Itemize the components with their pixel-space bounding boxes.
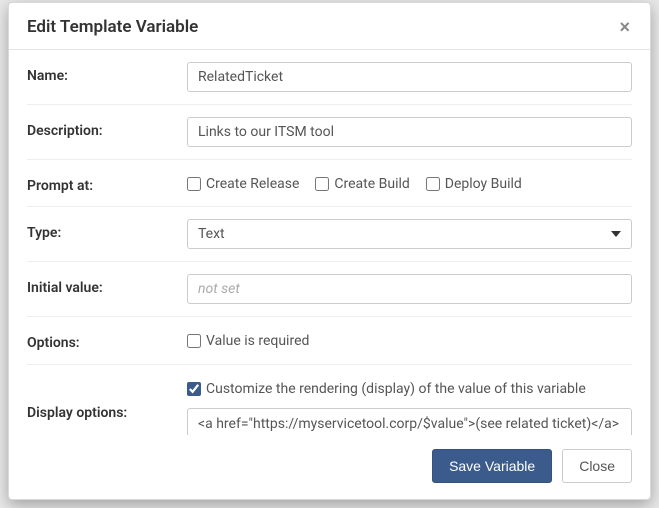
prompt-create-build[interactable]: Create Build [315,176,409,192]
row-type: Type: Text [27,207,632,262]
save-variable-button[interactable]: Save Variable [432,449,552,483]
value-required-checkbox[interactable] [187,334,201,348]
description-field[interactable] [187,117,632,147]
prompt-create-build-checkbox[interactable] [315,177,329,191]
prompt-deploy-build-label: Deploy Build [445,176,522,192]
modal-header: Edit Template Variable × [9,3,650,50]
modal-title: Edit Template Variable [27,17,198,37]
label-name: Name: [27,62,187,84]
display-template-field[interactable]: <a href="https://myservicetool.corp/$val… [187,408,632,435]
label-initial-value: Initial value: [27,274,187,296]
customize-rendering-label: Customize the rendering (display) of the… [206,381,586,397]
label-display-options: Display options: [27,377,187,421]
row-options: Options: Value is required [27,317,632,365]
modal-body: Name: Description: Prompt at: Create Rel… [9,50,650,435]
prompt-deploy-build-checkbox[interactable] [426,177,440,191]
label-description: Description: [27,117,187,139]
label-prompt-at: Prompt at: [27,172,187,194]
customize-rendering-checkbox[interactable] [187,382,201,396]
row-display-options: Display options: Customize the rendering… [27,365,632,435]
row-prompt-at: Prompt at: Create Release Create Build D… [27,160,632,207]
prompt-create-build-label: Create Build [334,176,409,192]
prompt-create-release[interactable]: Create Release [187,176,299,192]
name-field[interactable] [187,62,632,92]
value-required[interactable]: Value is required [187,333,309,349]
type-select[interactable]: Text [187,219,632,249]
initial-value-field[interactable] [187,274,632,304]
edit-template-variable-modal: Edit Template Variable × Name: Descripti… [8,2,651,500]
modal-footer: Save Variable Close [9,435,650,499]
prompt-deploy-build[interactable]: Deploy Build [426,176,522,192]
label-options: Options: [27,329,187,351]
label-type: Type: [27,219,187,241]
row-name: Name: [27,50,632,105]
row-description: Description: [27,105,632,160]
prompt-create-release-label: Create Release [206,176,299,192]
prompt-at-group: Create Release Create Build Deploy Build [187,172,632,192]
prompt-create-release-checkbox[interactable] [187,177,201,191]
close-icon[interactable]: × [617,18,632,36]
customize-rendering[interactable]: Customize the rendering (display) of the… [187,381,586,397]
value-required-label: Value is required [206,333,309,349]
close-button[interactable]: Close [562,449,632,483]
row-initial-value: Initial value: [27,262,632,317]
